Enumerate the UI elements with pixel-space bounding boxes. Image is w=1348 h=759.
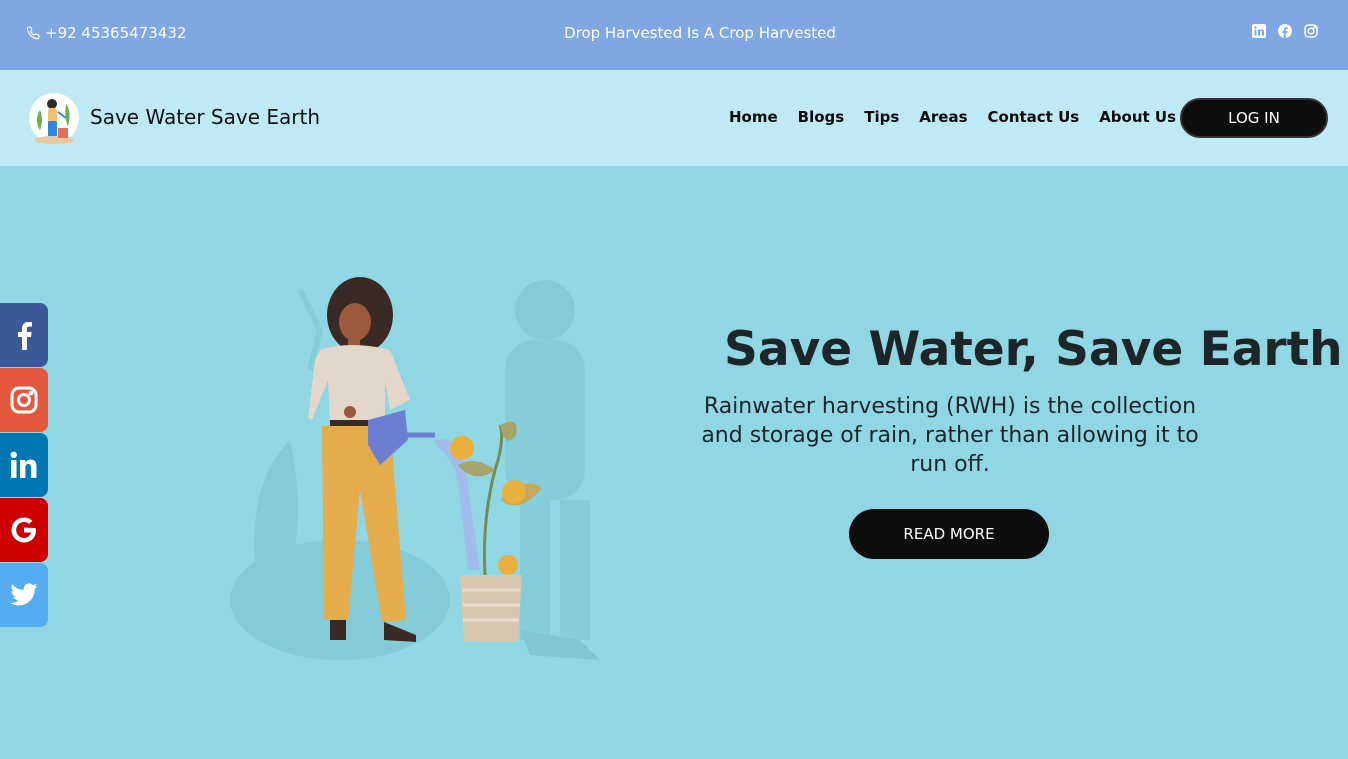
login-button[interactable]: LOG IN [1180,98,1328,138]
instagram-icon [10,386,38,414]
nav-contact-us[interactable]: Contact Us [988,108,1080,126]
side-facebook-button[interactable] [0,303,48,367]
site-logo[interactable] [28,90,80,146]
google-icon [11,517,36,543]
hero-title: Save Water, Save Earth! [724,322,1348,377]
top-social-links [1252,23,1318,38]
side-social-bar [0,303,48,628]
nav-blogs[interactable]: Blogs [798,108,845,126]
hero-illustration [220,270,620,670]
nav-tips[interactable]: Tips [864,108,899,126]
tagline: Drop Harvested Is A Crop Harvested [564,24,836,42]
linkedin-icon[interactable] [1252,23,1266,38]
side-instagram-button[interactable] [0,368,48,432]
side-linkedin-button[interactable] [0,433,48,497]
nav-home[interactable]: Home [729,108,778,126]
top-bar: +92 45365473432 Drop Harvested Is A Crop… [0,0,1348,70]
read-more-button[interactable]: READ MORE [849,509,1049,559]
facebook-icon[interactable] [1278,23,1292,38]
instagram-icon[interactable] [1304,23,1318,38]
nav-areas[interactable]: Areas [919,108,967,126]
nav-about-us[interactable]: About Us [1099,108,1176,126]
side-google-button[interactable] [0,498,48,562]
main-navbar: Save Water Save Earth Home Blogs Tips Ar… [0,70,1348,166]
nav-links: Home Blogs Tips Areas Contact Us About U… [729,108,1176,126]
hero-description: Rainwater harvesting (RWH) is the collec… [701,394,1199,477]
brand-name[interactable]: Save Water Save Earth [90,105,320,129]
twitter-icon [10,583,38,606]
facebook-icon [18,322,32,350]
side-twitter-button[interactable] [0,563,48,627]
linkedin-icon [10,451,37,478]
